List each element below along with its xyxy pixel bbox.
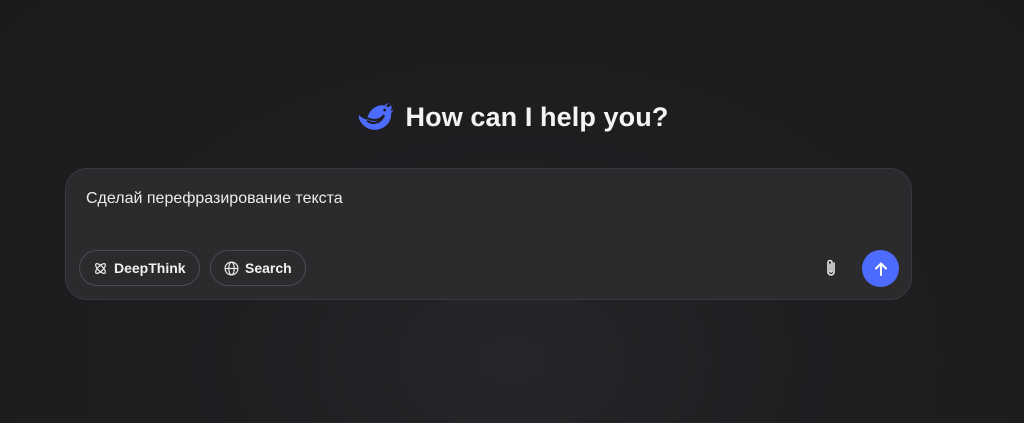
globe-icon	[224, 261, 239, 275]
message-input[interactable]: Сделай перефразирование текста	[86, 189, 886, 209]
search-toggle-button[interactable]: Search	[210, 250, 306, 286]
deepthink-toggle-button[interactable]: DeepThink	[79, 250, 200, 286]
paperclip-icon	[827, 259, 835, 276]
deepthink-label: DeepThink	[114, 260, 186, 276]
arrow-up-icon	[874, 262, 887, 276]
chat-composer: Сделай перефразирование текста DeepThink…	[65, 168, 912, 300]
send-button[interactable]	[862, 250, 899, 287]
welcome-header: How can I help you?	[0, 96, 1024, 138]
welcome-title: How can I help you?	[405, 101, 669, 132]
deepseek-whale-icon	[358, 102, 393, 130]
search-label: Search	[245, 260, 292, 276]
atom-icon	[95, 262, 106, 274]
attach-file-button[interactable]	[820, 257, 842, 279]
